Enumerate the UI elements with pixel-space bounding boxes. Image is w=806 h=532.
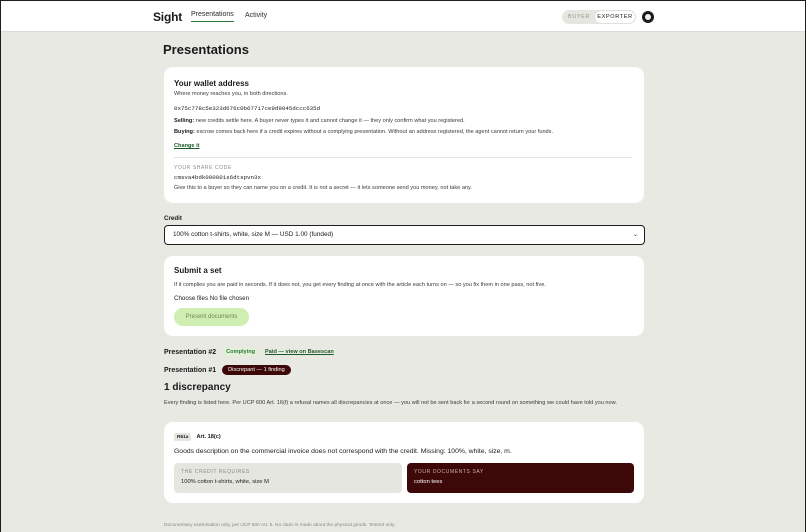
submit-card: Submit a set If it complies you are paid… <box>164 256 644 336</box>
requires-label: THE CREDIT REQUIRES <box>181 469 250 475</box>
divider <box>174 157 632 158</box>
buying-note: Buying: escrow comes back here if a cred… <box>174 129 634 136</box>
credit-select[interactable]: 100% cotton t-shirts, white, size M — US… <box>164 225 645 245</box>
says-label: YOUR DOCUMENTS SAY <box>414 469 484 475</box>
share-code-hint: Give this to a buyer so they can name yo… <box>174 185 472 191</box>
chevron-down-icon: ⌄ <box>632 232 638 238</box>
top-nav: Sight Presentations Activity BUYER EXPOR… <box>1 1 805 32</box>
presentation-row: Presentation #1 Discrepant — 1 finding <box>164 365 291 375</box>
wallet-subtitle: Where money reaches you, in both directi… <box>174 91 288 97</box>
says-value: cotton tees <box>414 479 443 485</box>
buying-text: escrow comes back here if a credit expir… <box>194 129 554 135</box>
wallet-address: 0x75c778c5e323d676c0b67717ce9d9045dccc63… <box>174 105 321 112</box>
page-title: Presentations <box>163 42 249 57</box>
presentation-label: Presentation #2 <box>164 348 217 356</box>
requires-value: 100% cotton t-shirts, white, size M <box>181 479 269 485</box>
presentation-row: Presentation #2 Complying Paid — view on… <box>164 348 334 356</box>
tab-activity[interactable]: Activity <box>245 12 267 19</box>
selling-note: Selling: new credits settle here. A buye… <box>174 118 634 125</box>
status-badge[interactable]: Discrepant — 1 finding <box>222 365 291 375</box>
tab-presentations[interactable]: Presentations <box>191 11 234 22</box>
file-status: No file chosen <box>209 295 250 302</box>
submit-text: If it complies you are paid in seconds. … <box>174 282 546 288</box>
choose-files-button[interactable]: Choose files <box>174 295 208 302</box>
footer-note: Documentary examination only, per UCP 60… <box>164 523 396 528</box>
basescan-link[interactable]: Paid — view on Basescan <box>265 349 334 355</box>
status-badge: Complying <box>222 348 260 356</box>
present-documents-button[interactable]: Present documents <box>174 308 249 326</box>
buying-label: Buying: <box>174 129 195 135</box>
presentation-label: Presentation #1 <box>164 366 217 374</box>
share-code[interactable]: cmsva4bdk000001s6dtspvn3x <box>174 174 261 181</box>
finding-code: R61a <box>174 433 192 441</box>
documents-say-box: YOUR DOCUMENTS SAY cotton tees <box>407 463 634 493</box>
role-exporter-option[interactable]: EXPORTER <box>595 11 635 23</box>
credit-select-value: 100% cotton t-shirts, white, size M — US… <box>173 231 334 238</box>
share-code-label: YOUR SHARE CODE <box>174 165 232 171</box>
app-window: Sight Presentations Activity BUYER EXPOR… <box>1 1 805 532</box>
finding-message: Goods description on the commercial invo… <box>174 448 512 455</box>
credit-label: Credit <box>164 215 182 222</box>
finding-card: R61a Art. 18(c) Goods description on the… <box>164 422 644 503</box>
role-toggle: BUYER EXPORTER <box>562 10 636 24</box>
finding-article: Art. 18(c) <box>196 434 221 440</box>
selling-label: Selling: <box>174 118 195 124</box>
app-logo[interactable]: Sight <box>153 10 182 24</box>
wallet-title: Your wallet address <box>174 79 249 88</box>
credit-requires-box: THE CREDIT REQUIRES 100% cotton t-shirts… <box>174 463 402 493</box>
avatar[interactable] <box>642 11 654 23</box>
finding-header: R61a Art. 18(c) <box>174 433 221 441</box>
selling-text: new credits settle here. A buyer never t… <box>194 118 465 124</box>
change-wallet-link[interactable]: Change it <box>174 143 199 149</box>
discrepancy-title: 1 discrepancy <box>164 382 231 393</box>
submit-title: Submit a set <box>174 266 222 275</box>
file-input[interactable]: Choose files No file chosen <box>174 295 249 302</box>
user-icon <box>645 14 651 20</box>
wallet-card: Your wallet address Where money reaches … <box>164 67 644 203</box>
role-buyer-option[interactable]: BUYER <box>563 14 595 20</box>
discrepancy-text: Every finding is listed here. Per UCP 60… <box>164 400 617 406</box>
